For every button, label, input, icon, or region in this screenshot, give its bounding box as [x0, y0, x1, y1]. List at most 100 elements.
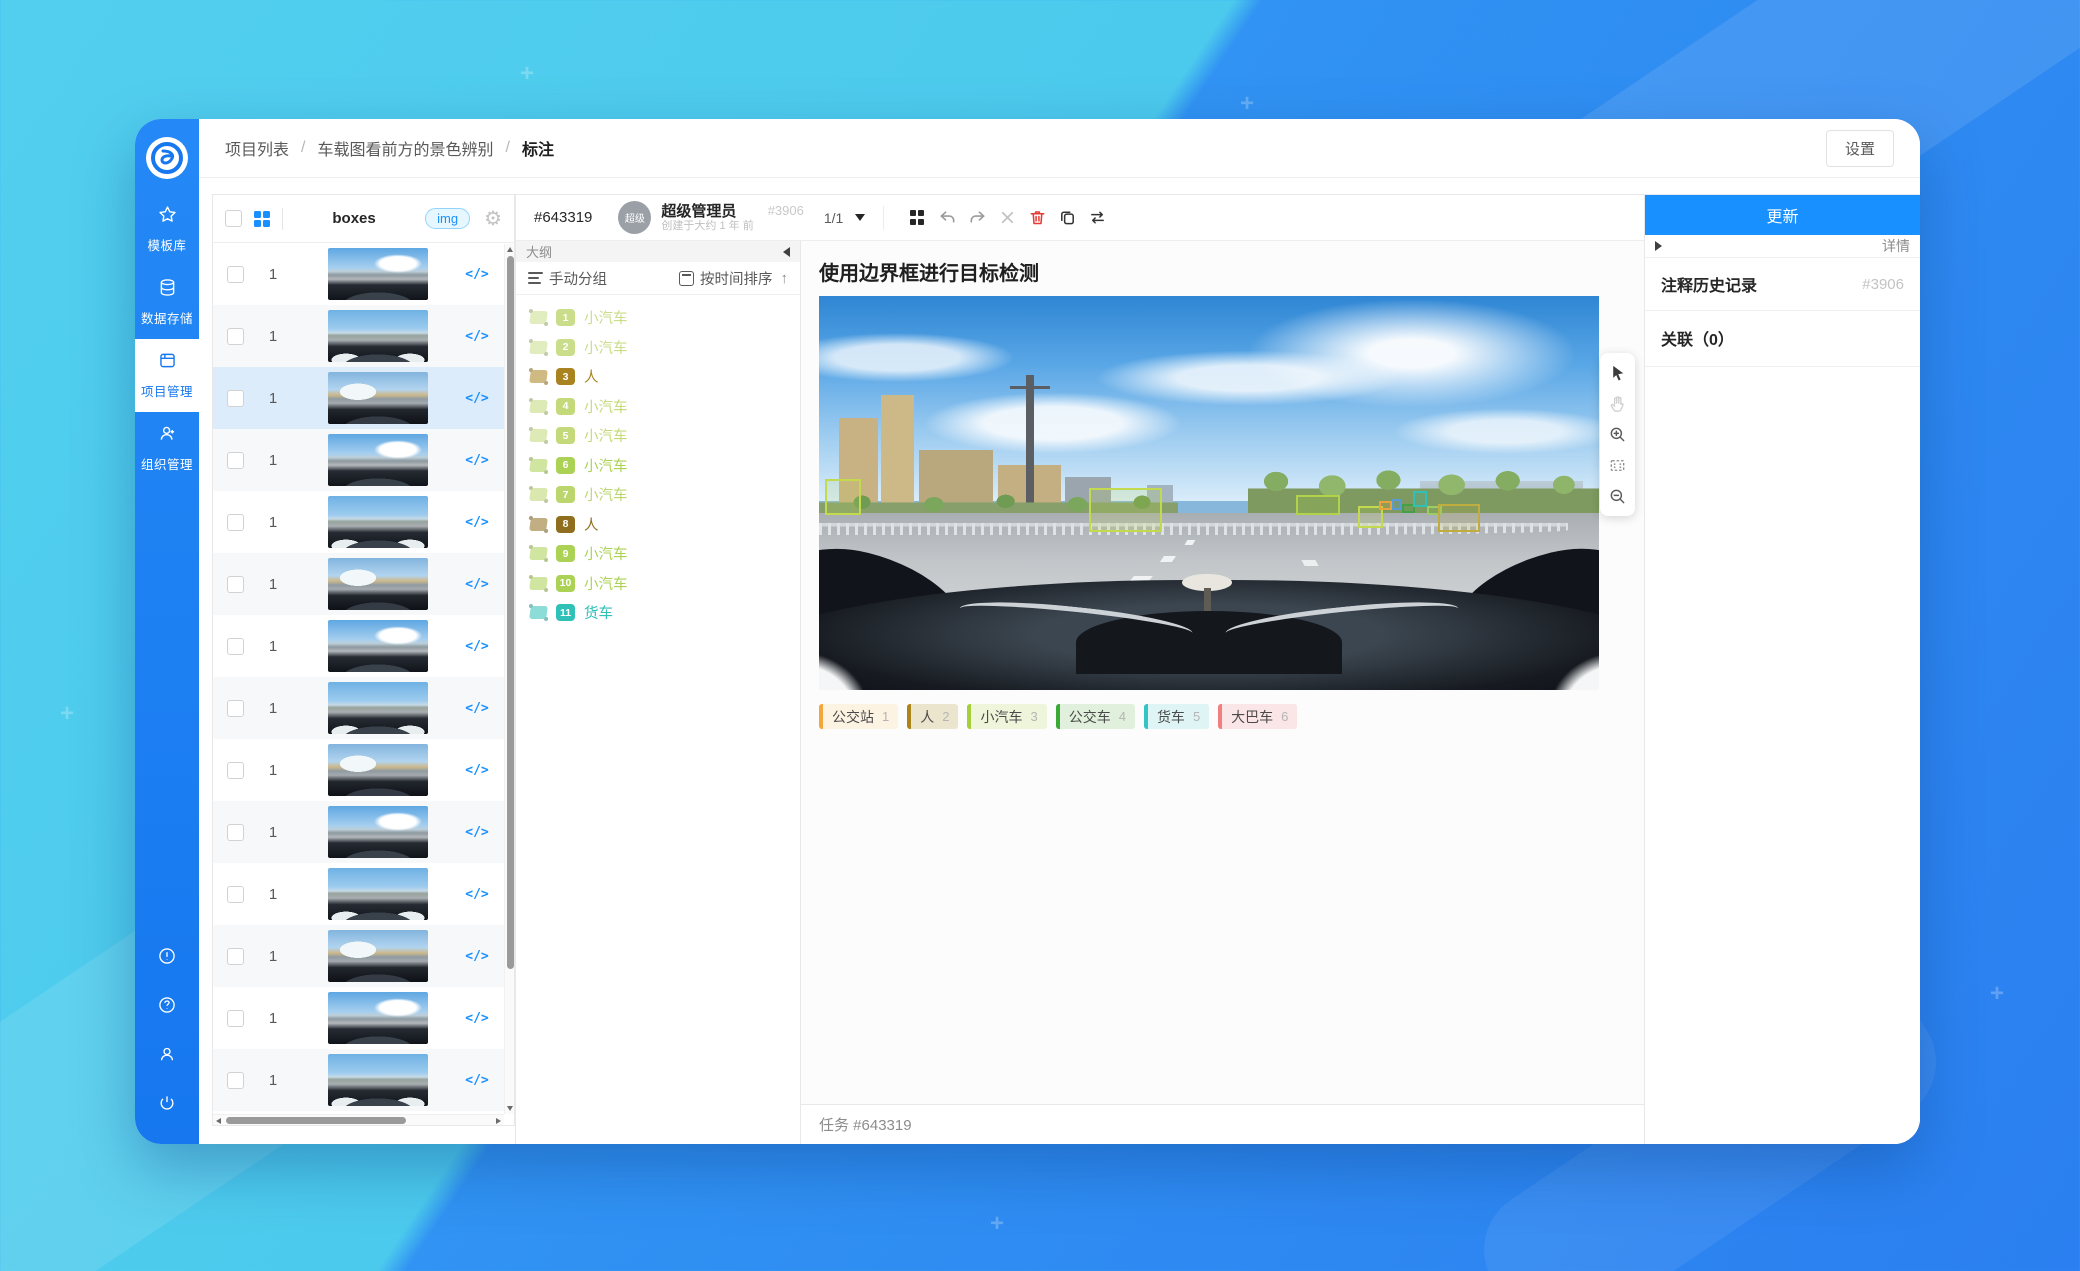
- outline-item[interactable]: 5小汽车: [516, 421, 800, 451]
- bounding-box[interactable]: [1089, 488, 1162, 532]
- row-checkbox[interactable]: [227, 762, 244, 779]
- app-logo[interactable]: [146, 137, 188, 179]
- task-thumbnail[interactable]: [328, 248, 428, 300]
- label-tag-person[interactable]: 人2: [907, 704, 958, 729]
- details-toggle[interactable]: 详情: [1882, 236, 1910, 256]
- chevron-down-icon[interactable]: [855, 214, 865, 221]
- row-checkbox[interactable]: [227, 1010, 244, 1027]
- row-checkbox[interactable]: [227, 390, 244, 407]
- sidebar-item-projects[interactable]: 项目管理: [135, 339, 199, 412]
- label-tag-bus-station[interactable]: 公交站1: [819, 704, 898, 729]
- code-icon[interactable]: </>: [454, 515, 500, 530]
- sidebar-item-organization[interactable]: 组织管理: [135, 412, 199, 485]
- user-icon[interactable]: [157, 1044, 177, 1069]
- code-icon[interactable]: </>: [454, 577, 500, 592]
- task-row[interactable]: 1</>: [213, 925, 514, 987]
- code-icon[interactable]: </>: [454, 639, 500, 654]
- settings-button[interactable]: 设置: [1826, 130, 1894, 167]
- gear-icon[interactable]: ⚙: [484, 206, 502, 231]
- bounding-box[interactable]: [1392, 499, 1402, 511]
- outline-item[interactable]: 4小汽车: [516, 392, 800, 422]
- task-row[interactable]: 1</>: [213, 1049, 514, 1111]
- task-row[interactable]: 1</>: [213, 739, 514, 801]
- outline-item[interactable]: 2小汽车: [516, 333, 800, 363]
- code-icon[interactable]: </>: [454, 825, 500, 840]
- grid-view-button[interactable]: [902, 203, 932, 233]
- task-thumbnail[interactable]: [328, 992, 428, 1044]
- zoom-in-button[interactable]: [1602, 419, 1633, 450]
- relations-row[interactable]: 关联（0）: [1645, 311, 1920, 367]
- sidebar-item-data-storage[interactable]: 数据存储: [135, 266, 199, 339]
- sidebar-item-templates[interactable]: 模板库: [135, 193, 199, 266]
- task-row[interactable]: 1</>: [213, 987, 514, 1049]
- row-checkbox[interactable]: [227, 824, 244, 841]
- task-row[interactable]: 1</>: [213, 243, 514, 305]
- undo-button[interactable]: [932, 203, 962, 233]
- vertical-scrollbar[interactable]: [504, 244, 514, 1114]
- column-title[interactable]: boxes: [295, 210, 413, 227]
- label-tag-truck[interactable]: 货车5: [1144, 704, 1209, 729]
- task-row[interactable]: 1</>: [213, 677, 514, 739]
- collapse-panel-icon[interactable]: [783, 247, 790, 257]
- task-row[interactable]: 1</>: [213, 491, 514, 553]
- grid-view-icon[interactable]: [254, 211, 270, 227]
- bounding-box[interactable]: [1438, 504, 1480, 532]
- row-checkbox[interactable]: [227, 638, 244, 655]
- fit-to-screen-button[interactable]: [1602, 450, 1633, 481]
- task-thumbnail[interactable]: [328, 1054, 428, 1106]
- task-row[interactable]: 1</>: [213, 863, 514, 925]
- code-icon[interactable]: </>: [454, 701, 500, 716]
- task-thumbnail[interactable]: [328, 496, 428, 548]
- scroll-up-icon[interactable]: [507, 247, 513, 252]
- row-checkbox[interactable]: [227, 452, 244, 469]
- swap-button[interactable]: [1082, 203, 1112, 233]
- outline-item[interactable]: 7小汽车: [516, 480, 800, 510]
- reset-button[interactable]: [992, 203, 1022, 233]
- outline-item[interactable]: 10小汽车: [516, 569, 800, 599]
- info-icon[interactable]: [157, 946, 177, 971]
- row-checkbox[interactable]: [227, 514, 244, 531]
- panorama-image[interactable]: [819, 296, 1599, 690]
- bounding-box[interactable]: [1296, 495, 1340, 515]
- code-icon[interactable]: </>: [454, 329, 500, 344]
- delete-button[interactable]: [1022, 203, 1052, 233]
- select-all-checkbox[interactable]: [225, 210, 242, 227]
- pan-tool-button[interactable]: [1602, 388, 1633, 419]
- expand-icon[interactable]: [1655, 241, 1662, 251]
- task-row[interactable]: 1</>: [213, 553, 514, 615]
- manual-group-button[interactable]: 手动分组: [549, 268, 607, 289]
- task-thumbnail[interactable]: [328, 558, 428, 610]
- horizontal-scroll-thumb[interactable]: [226, 1117, 406, 1124]
- code-icon[interactable]: </>: [454, 949, 500, 964]
- horizontal-scrollbar[interactable]: [213, 1114, 504, 1125]
- outline-item[interactable]: 8人: [516, 510, 800, 540]
- task-thumbnail[interactable]: [328, 310, 428, 362]
- scroll-right-icon[interactable]: [496, 1118, 501, 1124]
- row-checkbox[interactable]: [227, 1072, 244, 1089]
- zoom-out-button[interactable]: [1602, 481, 1633, 512]
- sort-by-time-button[interactable]: 按时间排序: [700, 268, 773, 289]
- select-tool-button[interactable]: [1602, 357, 1633, 388]
- label-tag-car[interactable]: 小汽车3: [967, 704, 1046, 729]
- code-icon[interactable]: </>: [454, 887, 500, 902]
- row-checkbox[interactable]: [227, 886, 244, 903]
- task-thumbnail[interactable]: [328, 434, 428, 486]
- outline-item[interactable]: 6小汽车: [516, 451, 800, 481]
- vertical-scroll-thumb[interactable]: [507, 256, 514, 969]
- task-thumbnail[interactable]: [328, 868, 428, 920]
- outline-item[interactable]: 1小汽车: [516, 303, 800, 333]
- duplicate-button[interactable]: [1052, 203, 1082, 233]
- label-tag-bus[interactable]: 公交车4: [1056, 704, 1135, 729]
- bounding-box[interactable]: [1379, 501, 1392, 510]
- redo-button[interactable]: [962, 203, 992, 233]
- task-thumbnail[interactable]: [328, 682, 428, 734]
- annotation-history-row[interactable]: 注释历史记录 #3906: [1645, 258, 1920, 311]
- row-checkbox[interactable]: [227, 700, 244, 717]
- scroll-down-icon[interactable]: [507, 1106, 513, 1111]
- task-thumbnail[interactable]: [328, 806, 428, 858]
- scroll-left-icon[interactable]: [216, 1118, 221, 1124]
- code-icon[interactable]: </>: [454, 763, 500, 778]
- row-checkbox[interactable]: [227, 266, 244, 283]
- outline-item[interactable]: 11货车: [516, 598, 800, 628]
- code-icon[interactable]: </>: [454, 453, 500, 468]
